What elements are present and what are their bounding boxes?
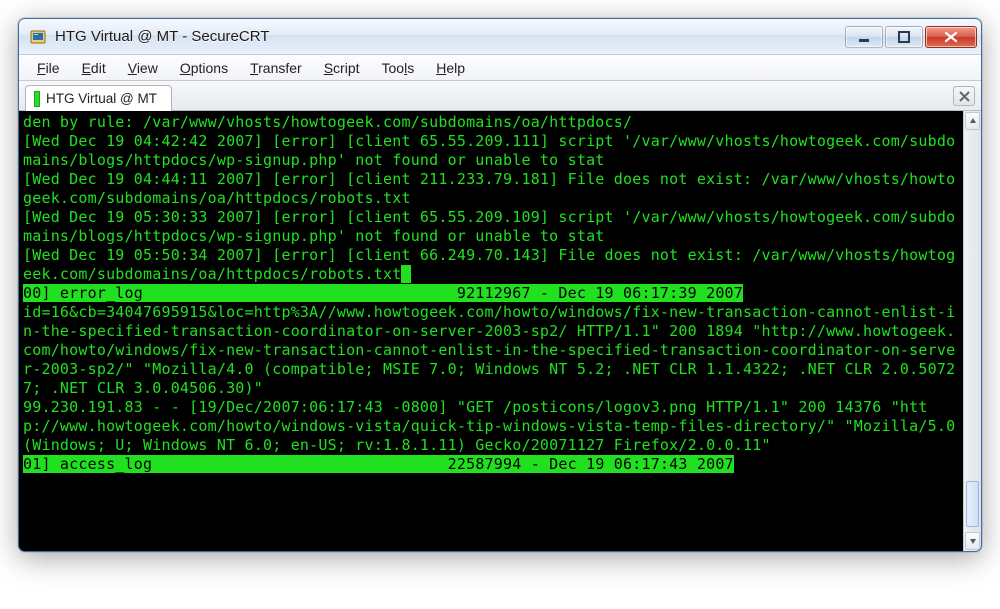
menu-tools[interactable]: Tools	[372, 58, 425, 78]
menu-label: Too	[382, 60, 405, 76]
menu-label: ile	[46, 60, 60, 76]
status-left: 01] access_log	[23, 455, 152, 473]
terminal-output[interactable]: den by rule: /var/www/vhosts/howtogeek.c…	[19, 111, 963, 551]
scroll-down-button[interactable]	[965, 532, 980, 550]
window-title: HTG Virtual @ MT - SecureCRT	[55, 28, 845, 45]
vertical-scrollbar[interactable]	[963, 111, 981, 551]
menu-label: iew	[137, 60, 158, 76]
menu-transfer[interactable]: Transfer	[240, 58, 312, 78]
status-line-error-log: 00] error_log 92112967 - Dec 19 06:17:39…	[23, 284, 743, 302]
menu-script[interactable]: Script	[314, 58, 370, 78]
terminal-area: den by rule: /var/www/vhosts/howtogeek.c…	[19, 111, 981, 551]
tabbar: HTG Virtual @ MT	[19, 81, 981, 111]
scroll-up-button[interactable]	[965, 112, 980, 130]
scroll-track[interactable]	[964, 131, 981, 531]
menu-view[interactable]: View	[118, 58, 168, 78]
menu-edit[interactable]: Edit	[72, 58, 116, 78]
menu-file[interactable]: File	[27, 58, 70, 78]
menu-help[interactable]: Help	[426, 58, 475, 78]
log-block-1: den by rule: /var/www/vhosts/howtogeek.c…	[23, 113, 955, 283]
menu-label: s	[407, 60, 414, 76]
scroll-thumb[interactable]	[966, 481, 979, 527]
menu-label: ransfer	[258, 60, 302, 76]
status-right: 22587994 - Dec 19 06:17:43 2007	[448, 455, 734, 473]
log-block-2: id=16&cb=34047695915&loc=http%3A//www.ho…	[23, 303, 965, 454]
titlebar[interactable]: HTG Virtual @ MT - SecureCRT	[19, 19, 981, 55]
cursor-block	[401, 265, 410, 283]
menu-label: ptions	[191, 60, 228, 76]
close-tab-button[interactable]	[953, 86, 975, 106]
minimize-button[interactable]	[845, 26, 883, 48]
menu-options[interactable]: Options	[170, 58, 238, 78]
status-line-access-log: 01] access_log 22587994 - Dec 19 06:17:4…	[23, 455, 734, 473]
menu-label: cript	[333, 60, 359, 76]
tab-session[interactable]: HTG Virtual @ MT	[25, 85, 172, 111]
application-window: HTG Virtual @ MT - SecureCRT File Edit V…	[18, 18, 982, 552]
status-right: 92112967 - Dec 19 06:17:39 2007	[457, 284, 743, 302]
maximize-button[interactable]	[885, 26, 923, 48]
tab-active-indicator	[34, 91, 40, 107]
status-left: 00] error_log	[23, 284, 143, 302]
menu-label: dit	[91, 60, 106, 76]
menu-label: elp	[446, 60, 465, 76]
window-controls	[845, 26, 977, 48]
tab-label: HTG Virtual @ MT	[46, 91, 157, 106]
menubar: File Edit View Options Transfer Script T…	[19, 55, 981, 81]
app-icon	[29, 28, 47, 46]
close-button[interactable]	[925, 26, 977, 48]
